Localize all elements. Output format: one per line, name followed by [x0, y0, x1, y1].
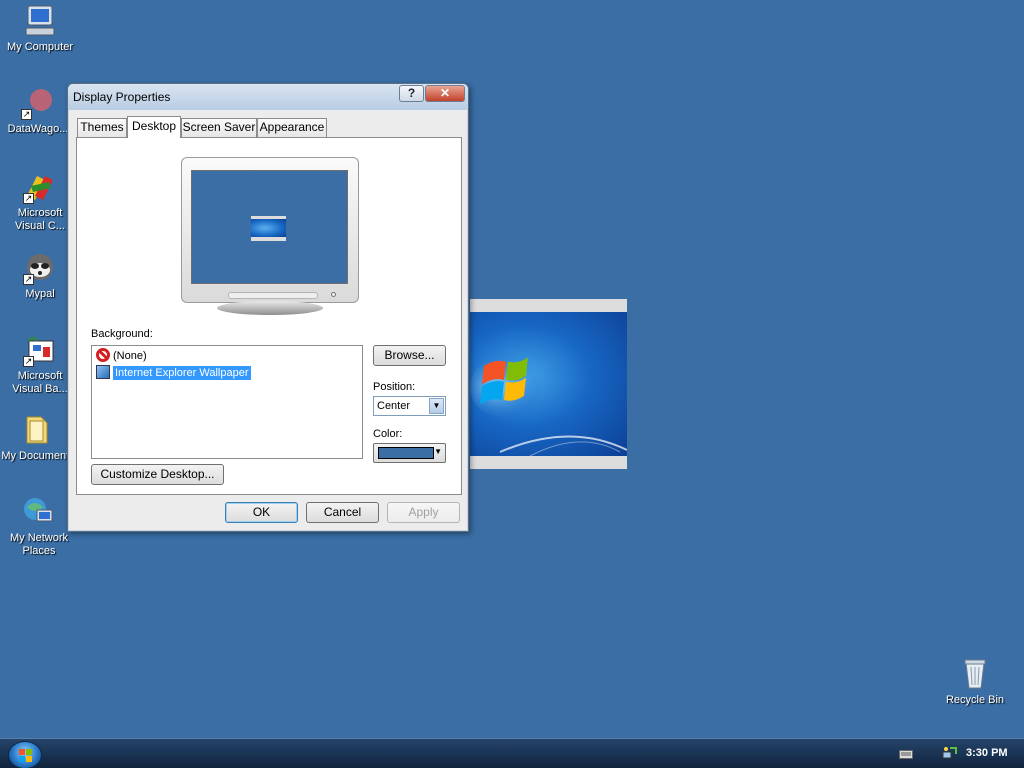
wallpaper-icon — [96, 365, 110, 379]
apply-button[interactable]: Apply — [387, 502, 460, 523]
help-button[interactable]: ? — [399, 85, 424, 102]
visual-basic-icon: ↗ — [23, 333, 57, 367]
customize-desktop-button[interactable]: Customize Desktop... — [91, 464, 224, 485]
windows-flag-icon — [19, 749, 32, 762]
desktop-icon-label: My Network Places — [9, 532, 69, 557]
monitor-screen — [191, 170, 348, 284]
browse-button[interactable]: Browse... — [373, 345, 446, 366]
color-label: Color: — [373, 428, 403, 440]
color-swatch — [378, 447, 434, 459]
desktop-tab-panel: Background: (None) Internet Explorer Wal… — [76, 137, 462, 495]
shortcut-arrow-icon: ↗ — [21, 109, 32, 120]
display-properties-dialog: Display Properties ? ✕ Themes Desktop Sc… — [67, 83, 469, 532]
datawago-icon: ↗ — [21, 86, 55, 120]
position-value: Center — [377, 400, 411, 412]
desktop-icon-my-documents[interactable]: My Documents — [0, 413, 76, 463]
background-label: Background: — [91, 328, 153, 340]
desktop-icon-my-computer[interactable]: My Computer — [2, 4, 78, 54]
tab-desktop[interactable]: Desktop — [127, 116, 181, 138]
shortcut-arrow-icon: ↗ — [23, 193, 34, 204]
tab-themes[interactable]: Themes — [77, 118, 127, 137]
preview-wallpaper-thumbnail — [251, 216, 286, 241]
close-button[interactable]: ✕ — [425, 85, 465, 102]
tab-screen-saver[interactable]: Screen Saver — [181, 118, 257, 137]
chevron-down-icon[interactable]: ▼ — [429, 398, 444, 414]
recycle-bin-icon — [958, 657, 992, 691]
shortcut-arrow-icon: ↗ — [23, 356, 34, 367]
desktop-icon-my-network-places[interactable]: My Network Places — [1, 495, 77, 558]
dialog-titlebar[interactable]: Display Properties ? ✕ — [68, 84, 468, 110]
list-item-none[interactable]: (None) — [96, 348, 147, 364]
network-places-icon — [22, 495, 56, 529]
cancel-button[interactable]: Cancel — [306, 502, 379, 523]
keyboard-icon[interactable] — [899, 748, 913, 760]
shortcut-arrow-icon: ↗ — [23, 274, 34, 285]
desktop-icon-datawago[interactable]: ↗ DataWago... — [0, 86, 76, 136]
taskbar: 3:30 PM — [0, 738, 1024, 768]
chevron-down-icon: ▼ — [434, 447, 442, 456]
taskbar-clock[interactable]: 3:30 PM — [966, 747, 1008, 759]
list-item-ie-wallpaper[interactable]: Internet Explorer Wallpaper — [96, 365, 251, 381]
background-listbox[interactable]: (None) Internet Explorer Wallpaper — [91, 345, 363, 459]
monitor-preview — [181, 157, 359, 303]
desktop-icon-label: My Computer — [6, 41, 74, 53]
visual-cpp-icon: ↗ — [23, 170, 57, 204]
position-select[interactable]: Center ▼ — [373, 396, 446, 416]
color-picker-button[interactable]: ▼ — [373, 443, 446, 463]
desktop-icon-label: DataWago... — [7, 123, 69, 135]
none-icon — [96, 348, 110, 362]
position-label: Position: — [373, 381, 416, 393]
mypal-icon: ↗ — [23, 251, 57, 285]
desktop-icon-label: My Documents — [1, 450, 75, 462]
monitor-power-led — [331, 292, 336, 297]
windows-logo-icon — [470, 352, 627, 456]
centered-wallpaper-image — [470, 299, 627, 469]
ok-button[interactable]: OK — [225, 502, 298, 523]
dialog-title: Display Properties — [73, 90, 171, 104]
monitor-stand — [217, 301, 323, 315]
my-computer-icon — [23, 4, 57, 38]
network-icon[interactable] — [942, 746, 958, 760]
desktop-icon-label: Recycle Bin — [945, 694, 1005, 706]
desktop-icon-recycle-bin[interactable]: Recycle Bin — [937, 657, 1013, 707]
folder-icon — [21, 413, 55, 447]
tab-appearance[interactable]: Appearance — [257, 118, 327, 137]
start-button[interactable] — [8, 741, 42, 768]
